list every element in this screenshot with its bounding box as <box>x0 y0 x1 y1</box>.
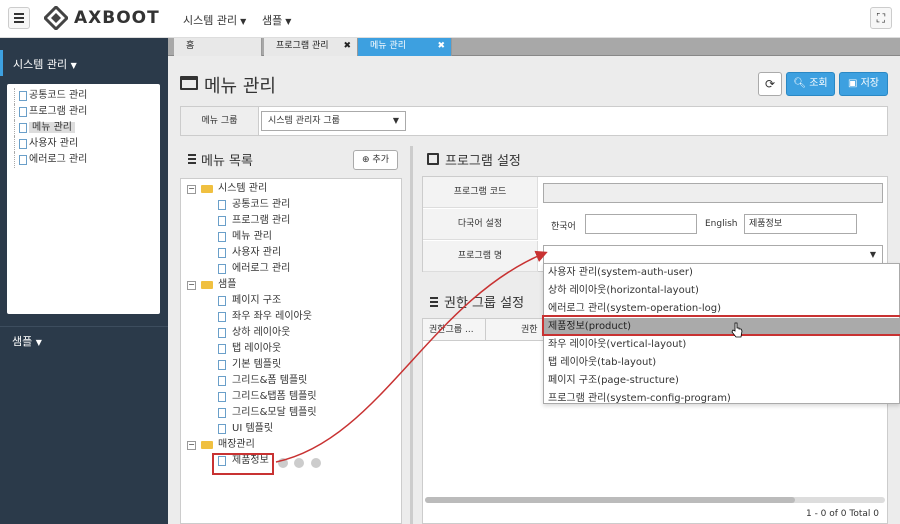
document-icon <box>218 328 226 338</box>
refresh-button[interactable]: ⟳ <box>758 72 782 96</box>
hamburger-menu-icon[interactable] <box>8 7 30 29</box>
document-icon <box>218 408 226 418</box>
program-name-select[interactable]: ▼ <box>543 245 883 265</box>
close-icon[interactable]: ✖ <box>437 38 445 55</box>
dropdown-option[interactable]: 좌우 레이아웃(vertical-layout) <box>544 336 899 354</box>
document-icon <box>218 344 226 354</box>
save-icon: ▣ <box>847 78 858 89</box>
collapse-icon[interactable]: − <box>187 441 196 450</box>
caret-down-icon: ▼ <box>392 116 399 125</box>
sidebar-section-sample[interactable]: 샘플 ▼ <box>0 326 168 352</box>
document-icon <box>19 123 27 133</box>
korean-name-field[interactable] <box>585 214 697 234</box>
add-menu-button[interactable]: ⊕ 추가 <box>353 150 398 170</box>
caret-down-icon: ▼ <box>869 250 876 259</box>
sidebar-item-user[interactable]: 사용자 관리 <box>13 136 154 152</box>
dropdown-option[interactable]: 상하 레이아웃(horizontal-layout) <box>544 282 899 300</box>
document-icon <box>19 139 27 149</box>
dropdown-option[interactable]: 프로그램 관리(system-config-program) <box>544 390 899 403</box>
sidebar-tree: 공통코드 관리 프로그램 관리 메뉴 관리 사용자 관리 에러로그 관리 <box>7 84 160 314</box>
collapse-icon[interactable]: − <box>187 185 196 194</box>
window-icon <box>180 76 198 90</box>
tab-bar: 홈 프로그램 관리 ✖ 메뉴 관리 ✖ <box>168 38 900 56</box>
list-icon <box>184 154 196 164</box>
folder-icon <box>201 281 213 289</box>
folder-icon <box>201 441 213 449</box>
refresh-icon: ⟳ <box>764 77 776 91</box>
highlight-box <box>212 453 274 475</box>
chevron-down-icon: ▼ <box>35 338 42 347</box>
document-icon <box>19 107 27 117</box>
top-header: AXBOOT 시스템 관리 ▼ 샘플 ▼ ⛶ <box>0 0 900 38</box>
edit-icon[interactable] <box>294 458 304 468</box>
topmenu-sample[interactable]: 샘플 ▼ <box>262 12 291 28</box>
document-icon <box>218 392 226 402</box>
chevron-down-icon: ▼ <box>285 17 292 26</box>
english-name-field[interactable]: 제품정보 <box>744 214 857 234</box>
topmenu-system[interactable]: 시스템 관리 ▼ <box>183 12 246 28</box>
grid-col-auth[interactable]: 권한 <box>521 319 538 341</box>
english-label: English <box>705 219 738 229</box>
chevron-down-icon: ▼ <box>70 61 77 70</box>
document-icon <box>218 296 226 306</box>
sidebar-section-system[interactable]: 시스템 관리 ▼ <box>0 50 168 76</box>
close-icon[interactable]: ✖ <box>343 38 351 55</box>
plus-circle-icon: ⊕ <box>362 155 370 165</box>
multilang-label: 다국어 설정 <box>423 209 538 240</box>
sidebar-item-program[interactable]: 프로그램 관리 <box>13 104 154 120</box>
dropdown-option[interactable]: 사용자 관리(system-auth-user) <box>544 264 899 282</box>
filter-bar: 메뉴 그룹 시스템 관리자 그룹 ▼ <box>180 106 888 136</box>
document-icon <box>218 232 226 242</box>
document-icon <box>218 376 226 386</box>
program-code-field[interactable] <box>543 183 883 203</box>
search-icon: 🔍︎ <box>793 78 807 89</box>
menu-list-title: 메뉴 목록 <box>201 154 253 169</box>
program-code-label: 프로그램 코드 <box>423 177 538 208</box>
korean-label: 한국어 <box>551 222 576 232</box>
sidebar: 시스템 관리 ▼ 공통코드 관리 프로그램 관리 메뉴 관리 사용자 관리 에러… <box>0 38 168 524</box>
program-settings-icon <box>427 153 439 165</box>
tab-home[interactable]: 홈 <box>174 38 262 56</box>
program-settings-panel: 프로그램 코드 다국어 설정 한국어 English 제품정보 프로그램 명 ▼ <box>422 176 888 272</box>
sidebar-item-common-code[interactable]: 공통코드 관리 <box>13 88 154 104</box>
dropdown-option[interactable]: 탭 레이아웃(tab-layout) <box>544 354 899 372</box>
logo-text: AXBOOT <box>74 8 160 28</box>
tab-menu[interactable]: 메뉴 관리 ✖ <box>358 38 452 56</box>
menu-group-select[interactable]: 시스템 관리자 그룹 ▼ <box>261 111 406 131</box>
document-icon <box>218 360 226 370</box>
axboot-logo-icon <box>44 6 68 30</box>
document-icon <box>19 155 27 165</box>
document-icon <box>218 200 226 210</box>
menu-group-label: 메뉴 그룹 <box>181 107 259 135</box>
document-icon <box>19 91 27 101</box>
document-icon <box>218 424 226 434</box>
page-title: 메뉴 관리 <box>204 76 276 97</box>
program-name-label: 프로그램 명 <box>423 241 538 272</box>
dropdown-option[interactable]: 페이지 구조(page-structure) <box>544 372 899 390</box>
sidebar-item-menu[interactable]: 메뉴 관리 <box>13 120 154 136</box>
tab-program[interactable]: 프로그램 관리 ✖ <box>264 38 358 56</box>
list-icon <box>426 297 438 307</box>
save-button[interactable]: ▣ 저장 <box>839 72 888 96</box>
folder-icon <box>201 185 213 193</box>
mouse-pointer-icon <box>731 322 743 338</box>
document-icon <box>218 216 226 226</box>
search-button[interactable]: 🔍︎ 조회 <box>786 72 835 96</box>
grid-footer: 1 - 0 of 0 Total 0 <box>805 509 879 519</box>
document-icon <box>218 264 226 274</box>
horizontal-scrollbar[interactable] <box>425 497 885 503</box>
sidebar-item-errorlog[interactable]: 에러로그 관리 <box>13 152 154 168</box>
add-child-icon[interactable] <box>278 458 288 468</box>
document-icon <box>218 248 226 258</box>
chevron-down-icon: ▼ <box>240 17 247 26</box>
program-settings-title: 프로그램 설정 <box>445 154 521 169</box>
auth-group-title: 권한 그룹 설정 <box>444 296 525 311</box>
remove-icon[interactable] <box>311 458 321 468</box>
grid-col-auth-group[interactable]: 권한그룹 ... <box>429 319 474 341</box>
fullscreen-icon[interactable]: ⛶ <box>870 7 892 29</box>
document-icon <box>218 312 226 322</box>
highlight-box-option <box>542 315 900 336</box>
collapse-icon[interactable]: − <box>187 281 196 290</box>
panel-resizer[interactable] <box>410 146 413 524</box>
